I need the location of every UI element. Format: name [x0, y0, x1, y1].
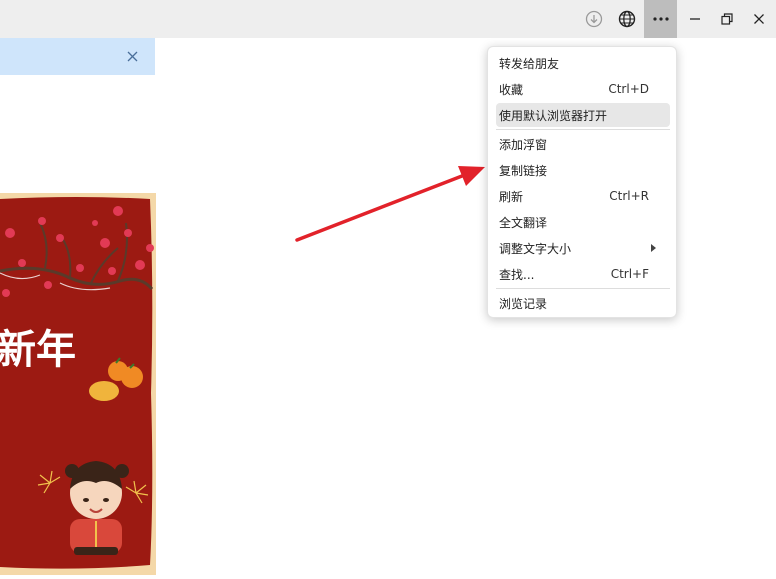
close-window-button[interactable] [746, 0, 772, 38]
menu-item-label: 复制链接 [499, 163, 548, 178]
title-bar [0, 0, 776, 38]
menu-item-shortcut: Ctrl+F [610, 267, 649, 281]
more-options-button[interactable] [644, 0, 677, 38]
menu-item-open-in-default-browser[interactable]: 使用默认浏览器打开 [496, 103, 670, 127]
menu-item-refresh[interactable]: 刷新 Ctrl+R [496, 184, 670, 208]
menu-item-label: 查找... [499, 267, 535, 282]
menu-item-label: 添加浮窗 [499, 137, 548, 152]
menu-item-label: 全文翻译 [499, 215, 548, 230]
menu-item-forward-to-friend[interactable]: 转发给朋友 [496, 51, 670, 75]
new-year-card-image: 新年 [0, 193, 156, 575]
menu-item-copy-link[interactable]: 复制链接 [496, 158, 670, 182]
menu-item-label: 使用默认浏览器打开 [499, 108, 608, 123]
menu-item-label: 调整文字大小 [499, 241, 572, 256]
menu-item-favorite[interactable]: 收藏 Ctrl+D [496, 77, 670, 101]
notice-close-button[interactable] [122, 46, 142, 66]
submenu-arrow-icon [651, 244, 656, 252]
menu-item-adjust-text-size[interactable]: 调整文字大小 [496, 236, 670, 260]
close-icon [127, 51, 137, 61]
notice-bar [0, 38, 155, 75]
menu-item-label: 刷新 [499, 189, 524, 204]
globe-icon [618, 10, 636, 28]
restore-button[interactable] [714, 0, 740, 38]
menu-separator [496, 129, 670, 130]
globe-button[interactable] [614, 0, 640, 38]
menu-item-shortcut: Ctrl+R [609, 189, 649, 203]
minimize-button[interactable] [682, 0, 708, 38]
card-title-fragment: 新年 [0, 327, 76, 373]
context-menu: 转发给朋友 收藏 Ctrl+D 使用默认浏览器打开 添加浮窗 复制链接 刷新 C… [487, 46, 677, 318]
close-icon [754, 14, 764, 24]
restore-icon [721, 13, 733, 25]
menu-item-history[interactable]: 浏览记录 [496, 291, 670, 315]
menu-item-label: 收藏 [499, 82, 524, 97]
menu-item-shortcut: Ctrl+D [608, 82, 649, 96]
more-icon [652, 17, 669, 21]
menu-item-label: 转发给朋友 [499, 56, 560, 71]
minimize-icon [690, 18, 700, 20]
download-icon [585, 10, 603, 28]
menu-item-add-floating-window[interactable]: 添加浮窗 [496, 132, 670, 156]
menu-item-find[interactable]: 查找... Ctrl+F [496, 262, 670, 286]
menu-separator [496, 288, 670, 289]
menu-item-translate-page[interactable]: 全文翻译 [496, 210, 670, 234]
download-button[interactable] [582, 0, 606, 38]
menu-item-label: 浏览记录 [499, 296, 548, 311]
card-illustration: 新年 [0, 193, 156, 575]
